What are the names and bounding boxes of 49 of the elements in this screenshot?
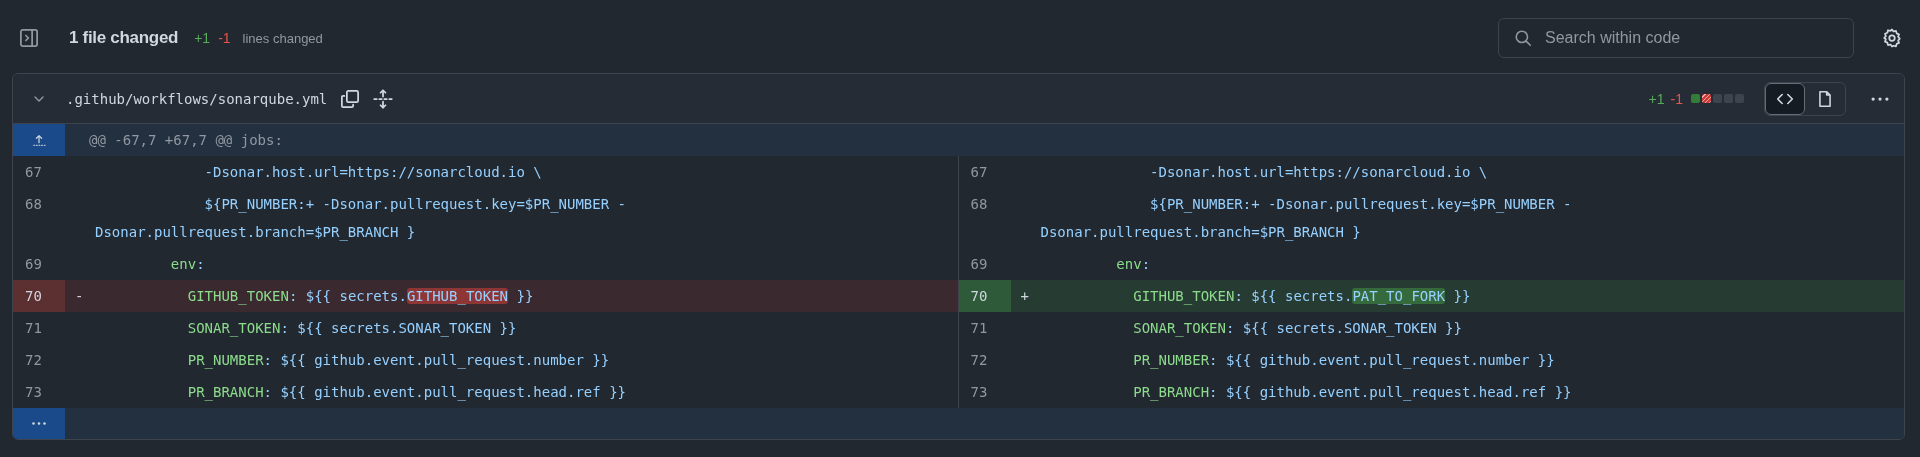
settings-icon[interactable] [1882, 28, 1902, 48]
additions-count: +1 [194, 30, 211, 46]
sidebar-toggle-icon[interactable] [19, 28, 39, 48]
line-number: 68 [24, 195, 43, 214]
code-line: -Dsonar.host.url=https://sonarcloud.io \ [1149, 163, 1488, 182]
lines-changed-label: lines changed [242, 30, 323, 46]
file-icon [1816, 89, 1834, 108]
file-path[interactable]: .github/workflows/sonarqube.yml [66, 90, 328, 107]
copy-icon[interactable] [340, 88, 361, 109]
code-line: env: [1115, 255, 1151, 274]
line-number: 71 [969, 319, 989, 338]
files-changed-title: 1 file changed [69, 28, 179, 48]
expand-up-icon [32, 133, 46, 147]
code-line: -Dsonar.host.url=https://sonarcloud.io \ [203, 163, 542, 182]
line-number: 69 [24, 255, 43, 274]
code-line: PR_BRANCH: ${{ github.event.pull_request.head.ref }} [1132, 383, 1572, 403]
ellipsis-icon [32, 422, 46, 425]
code-line: ${PR_NUMBER:+ -Dsonar.pullrequest.key=$PR_NUMBER - [1149, 195, 1572, 215]
code-line: PR_NUMBER: ${{ github.event.pull_request.number }} [1132, 351, 1555, 371]
line-number: 67 [969, 163, 989, 182]
code-line: SONAR_TOKEN: ${{ secrets.SONAR_TOKEN }} [186, 319, 517, 339]
code-line: Dsonar.pullrequest.branch=$PR_BRANCH } [95, 223, 416, 243]
line-number: 72 [969, 351, 989, 370]
code-line: SONAR_TOKEN: ${{ secrets.SONAR_TOKEN }} [1132, 319, 1462, 339]
line-number: 67 [24, 163, 43, 182]
code-line: ${PR_NUMBER:+ -Dsonar.pullrequest.key=$PR_NUMBER - [203, 195, 626, 215]
line-number: 70 [958, 280, 1011, 312]
hunk-header: @@ -67,7 +67,7 @@ jobs: [89, 132, 283, 148]
line-number: 70 [13, 280, 65, 312]
search-field[interactable]: Search within code [1498, 18, 1854, 58]
expand-all-icon[interactable] [373, 88, 394, 109]
line-number: 71 [24, 319, 43, 338]
diff-sign: + [1020, 288, 1029, 304]
line-number: 73 [24, 383, 43, 402]
line-number: 68 [969, 195, 989, 214]
diff-sign: - [75, 288, 84, 304]
code-line: PR_NUMBER: ${{ github.event.pull_request.number }} [186, 351, 610, 371]
code-line: Dsonar.pullrequest.branch=$PR_BRANCH } [1040, 223, 1361, 243]
deletions-count: -1 [218, 30, 231, 46]
deletions-count: -1 [1670, 90, 1683, 107]
code-line: GITHUB_TOKEN: ${{ secrets.GITHUB_TOKEN }} [186, 287, 534, 307]
code-line: GITHUB_TOKEN: ${{ secrets.PAT_TO_FORK }} [1132, 287, 1471, 307]
additions-count: +1 [1648, 90, 1665, 107]
code-view-button[interactable] [1765, 82, 1805, 115]
code-line: env: [169, 255, 205, 274]
line-number: 69 [969, 255, 989, 274]
code-line: PR_BRANCH: ${{ github.event.pull_request.head.ref }} [186, 383, 626, 403]
line-number: 72 [24, 351, 43, 370]
line-number: 73 [969, 383, 989, 402]
